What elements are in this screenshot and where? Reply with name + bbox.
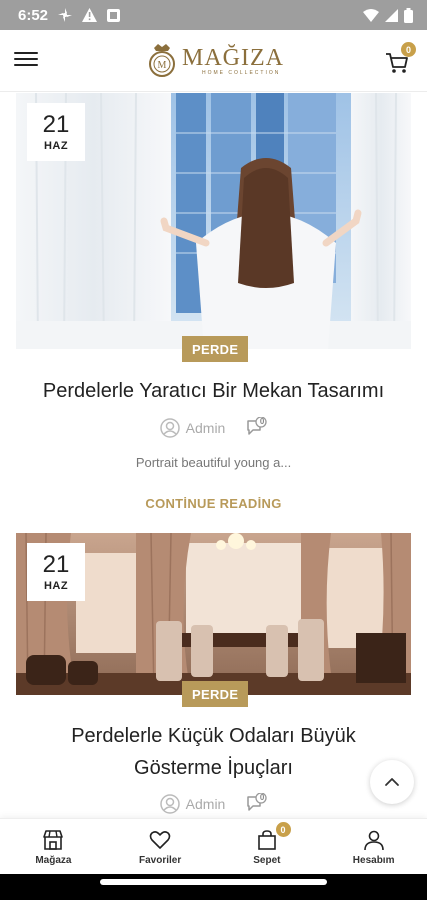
store-icon [43, 829, 64, 850]
comments-button[interactable]: 0 [245, 792, 267, 815]
notification-square-icon [107, 8, 121, 22]
system-gesture-bar [0, 874, 427, 900]
post-meta: Admin 0 [0, 416, 427, 439]
battery-icon [404, 7, 413, 23]
nav-item-account[interactable]: Hesabım [320, 819, 427, 874]
nav-label-store: Mağaza [35, 854, 72, 866]
post-image[interactable]: 21 HAZ [16, 533, 411, 695]
post-date-box: 21 HAZ [27, 103, 85, 161]
crest-emblem-icon: M [149, 44, 175, 77]
author-avatar-icon [159, 418, 180, 438]
header-cart-button[interactable]: 0 [384, 42, 416, 76]
post-date-box: 21 HAZ [27, 543, 85, 601]
status-time: 6:52 [18, 6, 49, 24]
heart-icon [149, 830, 171, 849]
hamburger-menu-icon[interactable] [14, 48, 38, 72]
post-date-day: 21 [42, 551, 70, 578]
nav-label-favorites: Favoriler [139, 854, 182, 866]
post-image[interactable]: 21 HAZ [16, 93, 411, 349]
signal-icon [385, 8, 398, 22]
nav-label-account: Hesabım [352, 854, 395, 866]
user-icon [363, 830, 384, 850]
post-meta: Admin 0 [0, 792, 427, 815]
post-author[interactable]: Admin [186, 420, 226, 436]
scroll-to-top-button[interactable] [370, 760, 414, 804]
nav-label-cart: Sepet [253, 854, 281, 866]
comments-button[interactable]: 0 [245, 416, 267, 439]
bottom-navigation: Mağaza Favoriler 0 Sepet Hesabım [0, 818, 427, 874]
post-date-month: HAZ [43, 140, 69, 152]
svg-text:M: M [158, 60, 167, 71]
comment-count: 0 [259, 793, 265, 802]
alert-icon [82, 8, 98, 22]
nav-item-cart[interactable]: 0 Sepet [214, 819, 321, 874]
post-title[interactable]: Perdelerle Küçük Odaları Büyük Gösterme … [16, 720, 411, 784]
cart-count-badge: 0 [275, 822, 291, 837]
cart-count-badge: 0 [401, 42, 416, 57]
post-category-badge[interactable]: PERDE [182, 336, 249, 362]
post-category-badge[interactable]: PERDE [182, 681, 249, 707]
author-avatar-icon [159, 794, 180, 814]
status-bar: 6:52 [0, 0, 427, 30]
nav-item-favorites[interactable]: Favoriler [107, 819, 214, 874]
post-date-month: HAZ [43, 580, 69, 592]
wifi-icon [363, 8, 379, 22]
app-header: M MAĞIZA HOME COLLECTION 0 [0, 30, 427, 92]
continue-reading-link[interactable]: CONTİNUE READİNG [0, 496, 427, 511]
brand-logo[interactable]: M MAĞIZA HOME COLLECTION [146, 36, 286, 86]
chevron-up-icon [385, 778, 399, 786]
post-title-line-2: Gösterme İpuçları [134, 757, 293, 779]
post-date-day: 21 [42, 111, 70, 138]
post-author[interactable]: Admin [186, 796, 226, 812]
comment-count: 0 [259, 417, 265, 426]
nav-item-store[interactable]: Mağaza [0, 819, 107, 874]
post-title[interactable]: Perdelerle Yaratıcı Bir Mekan Tasarımı [16, 375, 411, 407]
post-excerpt: Portrait beautiful young a... [135, 455, 292, 470]
home-gesture-handle[interactable] [100, 879, 327, 885]
logo-wordmark: MAĞIZA [182, 45, 284, 71]
post-title-line-1: Perdelerle Küçük Odaları Büyük [71, 725, 356, 747]
logo-subtitle: HOME COLLECTION [202, 70, 281, 76]
pinwheel-icon [58, 8, 73, 22]
